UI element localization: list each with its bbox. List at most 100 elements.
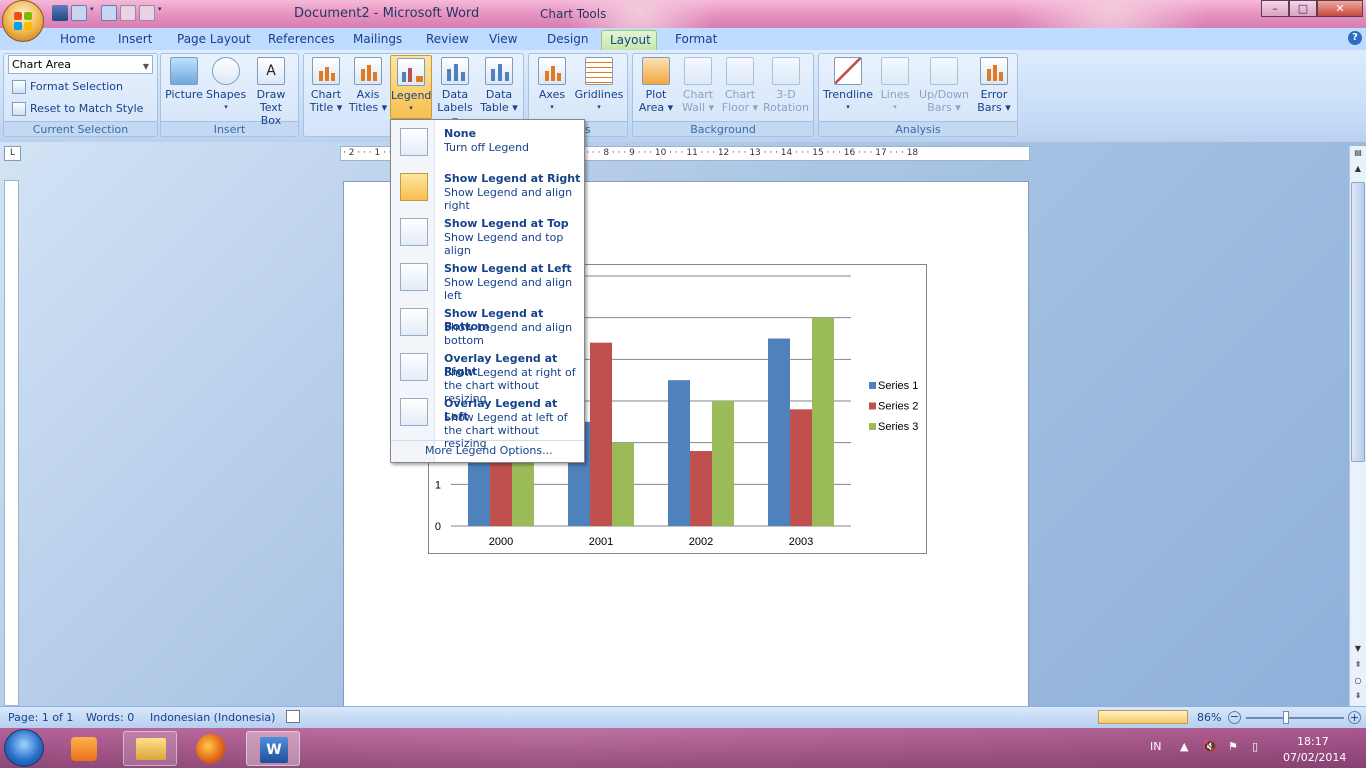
sum-icon[interactable] [139,5,155,21]
chart-floor-label-2: Floor ▾ [721,101,759,114]
tab-format[interactable]: Format [667,30,725,50]
scroll-down-icon[interactable]: ▼ [1352,644,1364,656]
reset-style-button[interactable]: Reset to Match Style [12,100,143,118]
legend-swatch [869,402,876,410]
proofing-icon[interactable] [286,710,300,723]
plot-area-button[interactable]: Plot Area ▾ [636,57,676,114]
error-bars-button[interactable]: Error Bars ▾ [974,57,1014,114]
scroll-up-icon[interactable]: ▲ [1352,164,1364,176]
media-player-icon[interactable] [59,731,113,766]
tab-home[interactable]: Home [52,30,103,50]
action-center-flag-icon[interactable]: ⚑ [1228,740,1238,753]
maximize-button[interactable]: □ [1289,0,1317,17]
input-language[interactable]: IN [1150,740,1161,753]
menu-item-overlay-left[interactable]: Overlay Legend at Left Show Legend at le… [391,392,584,450]
lines-button[interactable]: Lines ▾ [876,57,914,114]
up-down-bars-label-1: Up/Down [919,88,969,101]
tab-design[interactable]: Design [539,30,596,50]
language-indicator[interactable]: Indonesian (Indonesia) [150,711,275,724]
tab-review[interactable]: Review [418,30,477,50]
tab-page-layout[interactable]: Page Layout [169,30,259,50]
zoom-out-icon[interactable]: − [1228,711,1241,724]
format-painter-icon[interactable] [120,5,136,21]
menu-item-desc: Show Legend and align left [444,276,573,302]
data-labels-button[interactable]: Data Labels ▾ [434,57,476,127]
legend-label: Legend [391,89,432,102]
clock-date[interactable]: 07/02/2014 [1283,751,1346,764]
shapes-button[interactable]: Shapes ▾ [206,57,246,114]
format-selection-button[interactable]: Format Selection [12,78,123,96]
undo-icon[interactable] [71,5,87,21]
clock-time[interactable]: 18:17 [1297,735,1329,748]
up-down-bars-button[interactable]: Up/Down Bars ▾ [916,57,972,114]
volume-muted-icon[interactable]: 🔇 [1203,740,1217,753]
draw-text-box-button[interactable]: A Draw Text Box [248,57,294,127]
vertical-scrollbar[interactable]: ▤ ▲ ▼ ⇞ ○ ⇟ [1349,146,1366,706]
ruler-toggle-icon[interactable]: ▤ [1352,148,1364,160]
previous-page-icon[interactable]: ⇞ [1352,660,1364,672]
chart-wall-label-2: Wall ▾ [681,101,715,114]
chart-wall-icon [684,57,712,85]
up-down-bars-icon [930,57,958,85]
word-taskbar-icon[interactable]: W [246,731,300,766]
overlay-right-icon [400,353,428,381]
menu-item-legend-top[interactable]: Show Legend at Top Show Legend and top a… [391,212,584,257]
data-table-button[interactable]: Data Table ▾ [478,57,520,114]
legend-bottom-icon [400,308,428,336]
customize-qat-icon[interactable]: ▾ [158,5,166,21]
explorer-icon[interactable] [123,731,177,766]
axis-titles-label-1: Axis [356,88,380,101]
page-count[interactable]: Page: 1 of 1 [8,711,73,724]
help-icon[interactable]: ? [1348,31,1362,45]
menu-item-overlay-right[interactable]: Overlay Legend at Right Show Legend at r… [391,347,584,405]
bar-series-2 [690,451,712,526]
battery-icon[interactable]: ▯ [1252,740,1258,753]
zoom-in-icon[interactable]: + [1348,711,1361,724]
group-label-analysis: Analysis [819,121,1017,136]
word-count[interactable]: Words: 0 [86,711,134,724]
undo-dropdown-icon[interactable]: ▾ [90,5,98,21]
menu-item-legend-left[interactable]: Show Legend at Left Show Legend and alig… [391,257,584,302]
scrollbar-thumb[interactable] [1351,182,1365,462]
chart-floor-button[interactable]: Chart Floor ▾ [720,57,760,114]
redo-icon[interactable] [101,5,117,21]
zoom-slider[interactable] [1246,717,1344,719]
view-buttons[interactable] [1098,710,1188,724]
close-button[interactable]: ✕ [1317,0,1363,17]
more-legend-options[interactable]: More Legend Options... [391,440,584,462]
axes-button[interactable]: Axes ▾ [532,57,572,114]
zoom-level[interactable]: 86% [1197,711,1221,724]
firefox-icon[interactable] [184,731,238,766]
vertical-ruler[interactable] [4,180,19,706]
chart-element-dropdown[interactable]: Chart Area ▼ [8,55,153,74]
office-button[interactable] [2,0,44,42]
axis-titles-button[interactable]: Axis Titles ▾ [348,57,388,114]
menu-item-none[interactable]: None Turn off Legend [391,122,584,167]
legend-button[interactable]: Legend ▾ [390,55,432,119]
menu-item-legend-right[interactable]: Show Legend at Right Show Legend and ali… [391,167,584,212]
zoom-slider-thumb[interactable] [1283,711,1289,724]
tab-insert[interactable]: Insert [110,30,160,50]
save-icon[interactable] [52,5,68,21]
menu-item-legend-bottom[interactable]: Show Legend at Bottom Show Legend and al… [391,302,584,347]
tab-layout[interactable]: Layout [601,30,657,50]
chart-title-button[interactable]: Chart Title ▾ [306,57,346,114]
start-button[interactable] [4,729,44,767]
tab-mailings[interactable]: Mailings [345,30,410,50]
3d-rotation-label-2: Rotation [762,101,809,114]
3d-rotation-button[interactable]: 3-D Rotation [762,57,810,114]
gridlines-icon [585,57,613,85]
show-hidden-icons-icon[interactable]: ▲ [1180,740,1188,753]
bar-series-2 [790,409,812,526]
next-page-icon[interactable]: ⇟ [1352,691,1364,703]
picture-button[interactable]: Picture [164,57,204,101]
browse-object-icon[interactable]: ○ [1352,676,1364,688]
bar-series-3 [812,317,834,526]
minimize-button[interactable]: – [1261,0,1289,17]
tab-references[interactable]: References [260,30,343,50]
tab-stop-selector[interactable]: L [4,146,21,161]
gridlines-button[interactable]: Gridlines ▾ [574,57,624,114]
chart-wall-button[interactable]: Chart Wall ▾ [678,57,718,114]
trendline-button[interactable]: Trendline ▾ [822,57,874,114]
tab-view[interactable]: View [481,30,525,50]
